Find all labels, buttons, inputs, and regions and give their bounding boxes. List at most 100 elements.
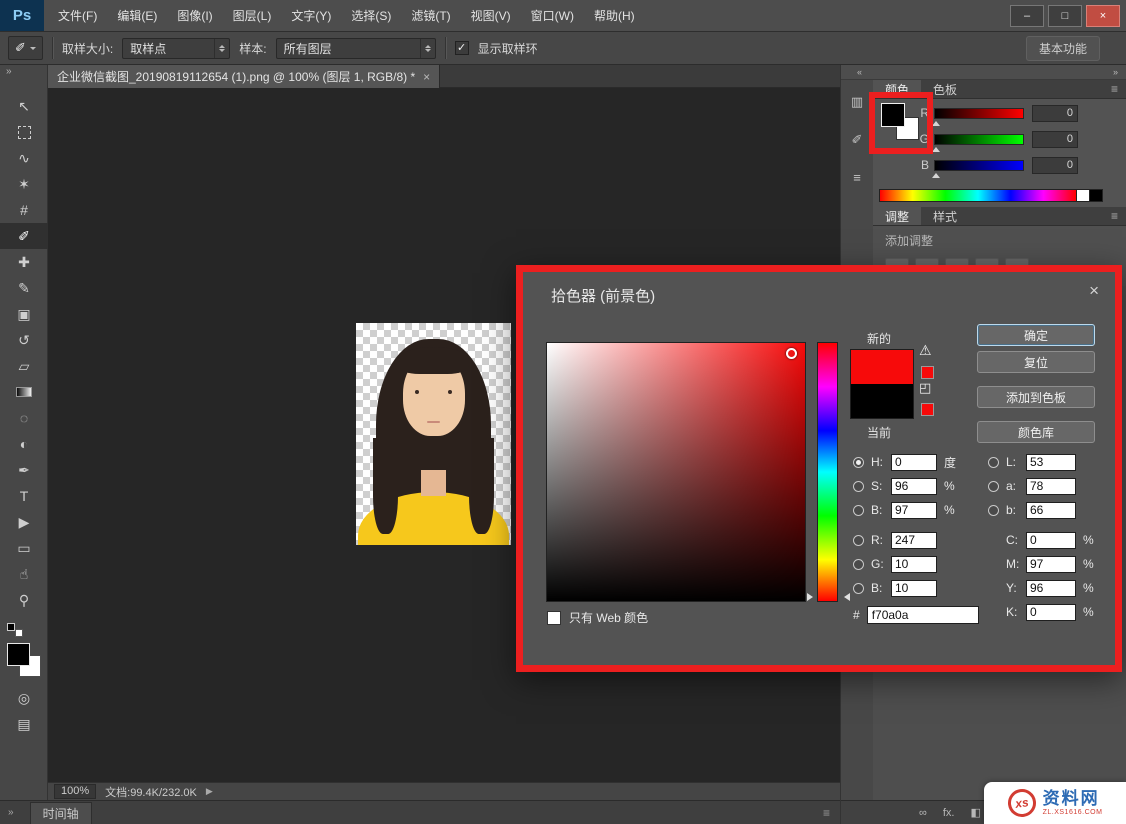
- minimize-button[interactable]: –: [1010, 5, 1044, 27]
- marquee-tool[interactable]: [0, 119, 48, 145]
- field-input[interactable]: [1026, 556, 1076, 573]
- panel-icon-properties[interactable]: ≡: [853, 170, 861, 185]
- panel-menu-icon[interactable]: ≡: [1103, 207, 1126, 225]
- channel-value-input[interactable]: 0: [1032, 105, 1078, 122]
- field-input[interactable]: [891, 556, 937, 573]
- color-ramp[interactable]: [879, 189, 1103, 202]
- tool-preset-picker[interactable]: ✐: [8, 36, 43, 60]
- hand-tool[interactable]: ☝: [0, 561, 48, 587]
- sample-size-select[interactable]: 取样点: [122, 38, 230, 59]
- ramp-black-swatch[interactable]: [1090, 189, 1103, 202]
- field-input[interactable]: [1026, 580, 1076, 597]
- blur-tool[interactable]: ◌: [0, 405, 48, 431]
- hue-slider-left-arrow[interactable]: [807, 593, 817, 601]
- web-only-checkbox[interactable]: [547, 611, 561, 625]
- timeline-menu-icon[interactable]: ≡: [823, 806, 830, 820]
- channel-value-input[interactable]: 0: [1032, 157, 1078, 174]
- brush-tool[interactable]: ✎: [0, 275, 48, 301]
- channel-slider[interactable]: [934, 108, 1024, 119]
- quick-selection-tool[interactable]: ✶: [0, 171, 48, 197]
- default-colors-icon[interactable]: [7, 623, 23, 637]
- field-radio[interactable]: [988, 481, 999, 492]
- status-expand-icon[interactable]: ▶: [206, 786, 213, 797]
- path-selection-tool[interactable]: ▶: [0, 509, 48, 535]
- eyedropper-tool[interactable]: ✐: [0, 223, 48, 249]
- layer-mask-icon[interactable]: ◧: [970, 806, 980, 819]
- field-radio[interactable]: [853, 457, 864, 468]
- field-input[interactable]: [1026, 478, 1076, 495]
- timeline-tab[interactable]: 时间轴: [30, 802, 92, 824]
- add-to-swatches-button[interactable]: 添加到色板: [977, 386, 1095, 408]
- move-tool[interactable]: ↖: [0, 93, 48, 119]
- close-button[interactable]: ×: [1086, 5, 1120, 27]
- shape-tool[interactable]: ▭: [0, 535, 48, 561]
- eraser-tool[interactable]: ▱: [0, 353, 48, 379]
- panel-icon-eyedropper[interactable]: ✐: [852, 132, 863, 148]
- sample-layers-select[interactable]: 所有图层: [276, 38, 436, 59]
- field-input[interactable]: [1026, 502, 1076, 519]
- panel-icon-columns[interactable]: ▥: [851, 94, 863, 110]
- color-libraries-button[interactable]: 颜色库: [977, 421, 1095, 443]
- field-input[interactable]: [891, 580, 937, 597]
- show-sampling-ring-checkbox[interactable]: ✓: [455, 41, 469, 55]
- pen-tool[interactable]: ✒: [0, 457, 48, 483]
- saturation-brightness-field[interactable]: [546, 342, 806, 602]
- type-tool[interactable]: T: [0, 483, 48, 509]
- channel-slider[interactable]: [934, 160, 1024, 171]
- tab-adjustments[interactable]: 调整: [873, 207, 921, 225]
- tab-close-icon[interactable]: ×: [423, 70, 430, 84]
- document-tab[interactable]: 企业微信截图_20190819112654 (1).png @ 100% (图层…: [48, 65, 440, 88]
- field-radio[interactable]: [853, 583, 864, 594]
- field-radio[interactable]: [853, 505, 864, 516]
- zoom-level-input[interactable]: 100%: [54, 784, 96, 799]
- field-input[interactable]: [1026, 604, 1076, 621]
- field-radio[interactable]: [853, 535, 864, 546]
- field-input[interactable]: [891, 532, 937, 549]
- spectrum-ramp[interactable]: [879, 189, 1077, 202]
- hue-slider-right-arrow[interactable]: [840, 593, 850, 601]
- ok-button[interactable]: 确定: [977, 324, 1095, 346]
- screen-mode-button[interactable]: ▤: [0, 711, 48, 737]
- menu-help[interactable]: 帮助(H): [584, 0, 645, 31]
- web-safe-cube-icon[interactable]: ◰: [919, 380, 931, 396]
- zoom-tool[interactable]: ⚲: [0, 587, 48, 613]
- field-radio[interactable]: [853, 559, 864, 570]
- tab-styles[interactable]: 样式: [921, 207, 969, 225]
- gradient-tool[interactable]: [0, 379, 48, 405]
- toolbox-collapse-icon[interactable]: »: [0, 65, 47, 81]
- hue-slider[interactable]: [817, 342, 838, 602]
- field-radio[interactable]: [853, 481, 864, 492]
- document-photo[interactable]: [356, 323, 511, 545]
- layer-effects-icon[interactable]: fx.: [943, 807, 955, 819]
- field-radio[interactable]: [988, 457, 999, 468]
- menu-type[interactable]: 文字(Y): [281, 0, 341, 31]
- menu-file[interactable]: 文件(F): [48, 0, 107, 31]
- link-layers-icon[interactable]: ∞: [919, 807, 927, 819]
- channel-slider[interactable]: [934, 134, 1024, 145]
- menu-window[interactable]: 窗口(W): [521, 0, 584, 31]
- menu-edit[interactable]: 编辑(E): [107, 0, 167, 31]
- field-input[interactable]: [1026, 454, 1076, 471]
- timeline-collapse-icon[interactable]: »: [8, 807, 14, 818]
- field-input[interactable]: [891, 454, 937, 471]
- field-input[interactable]: [891, 478, 937, 495]
- field-radio[interactable]: [988, 505, 999, 516]
- menu-select[interactable]: 选择(S): [341, 0, 401, 31]
- foreground-background-swatch[interactable]: [5, 641, 43, 679]
- spot-healing-tool[interactable]: ✚: [0, 249, 48, 275]
- lasso-tool[interactable]: ∿: [0, 145, 48, 171]
- maximize-button[interactable]: □: [1048, 5, 1082, 27]
- menu-view[interactable]: 视图(V): [461, 0, 521, 31]
- menu-layer[interactable]: 图层(L): [223, 0, 282, 31]
- menu-image[interactable]: 图像(I): [167, 0, 222, 31]
- color-field-marker[interactable]: [786, 348, 797, 359]
- channel-value-input[interactable]: 0: [1032, 131, 1078, 148]
- workspace-switcher-button[interactable]: 基本功能: [1026, 36, 1100, 61]
- field-input[interactable]: [891, 502, 937, 519]
- foreground-swatch[interactable]: [7, 643, 30, 666]
- dialog-close-icon[interactable]: ×: [1089, 281, 1099, 301]
- ramp-white-swatch[interactable]: [1077, 189, 1090, 202]
- collapse-panels-icon[interactable]: «: [857, 67, 862, 77]
- quick-mask-button[interactable]: ◎: [0, 685, 48, 711]
- menu-filter[interactable]: 滤镜(T): [401, 0, 460, 31]
